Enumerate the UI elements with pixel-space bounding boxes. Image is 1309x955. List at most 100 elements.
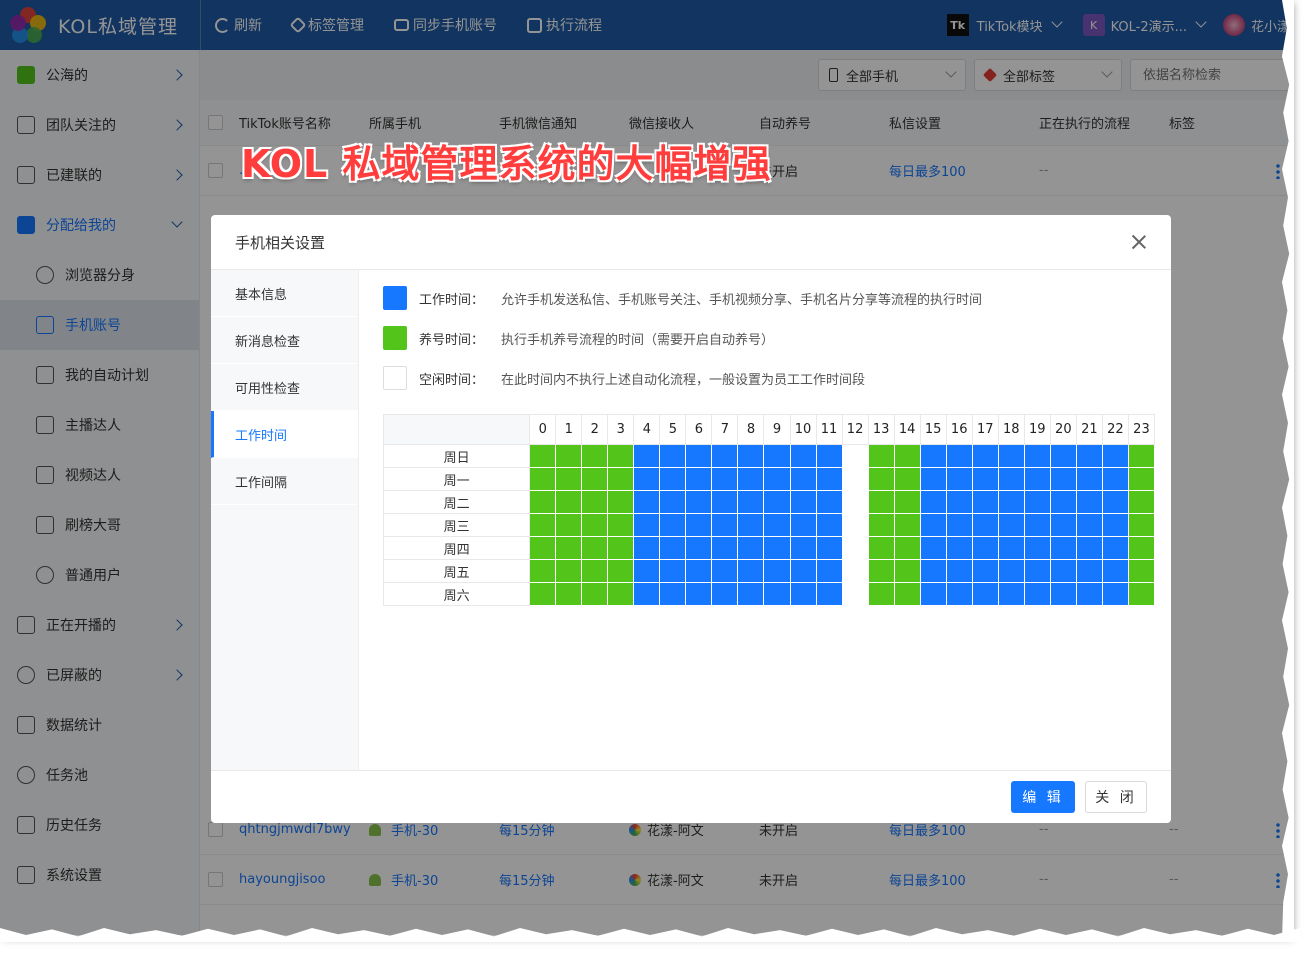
schedule-cell-nurture[interactable] (867, 490, 895, 514)
schedule-cell-work[interactable] (685, 582, 713, 606)
schedule-cell-idle[interactable] (841, 490, 869, 514)
schedule-cell-work[interactable] (1075, 559, 1103, 583)
schedule-cell-nurture[interactable] (607, 444, 635, 468)
schedule-cell-work[interactable] (815, 513, 843, 537)
schedule-cell-work[interactable] (1101, 559, 1129, 583)
hour-header[interactable]: 5 (659, 414, 687, 445)
schedule-cell-work[interactable] (685, 536, 713, 560)
schedule-cell-work[interactable] (633, 444, 661, 468)
schedule-cell-nurture[interactable] (867, 559, 895, 583)
schedule-cell-work[interactable] (997, 444, 1025, 468)
modal-tab[interactable]: 基本信息 (211, 270, 358, 317)
schedule-cell-work[interactable] (1049, 582, 1077, 606)
schedule-cell-work[interactable] (633, 536, 661, 560)
modal-tab[interactable]: 可用性检查 (211, 364, 358, 411)
schedule-cell-nurture[interactable] (607, 559, 635, 583)
schedule-cell-nurture[interactable] (607, 490, 635, 514)
schedule-cell-nurture[interactable] (893, 513, 921, 537)
schedule-cell-work[interactable] (971, 582, 999, 606)
schedule-cell-work[interactable] (1101, 467, 1129, 491)
schedule-cell-work[interactable] (971, 536, 999, 560)
hour-header[interactable]: 23 (1127, 414, 1156, 445)
schedule-cell-work[interactable] (685, 444, 713, 468)
hour-header[interactable]: 2 (581, 414, 609, 445)
schedule-cell-work[interactable] (815, 490, 843, 514)
schedule-cell-nurture[interactable] (893, 490, 921, 514)
schedule-cell-nurture[interactable] (867, 444, 895, 468)
schedule-cell-work[interactable] (685, 513, 713, 537)
schedule-cell-nurture[interactable] (867, 582, 895, 606)
day-label[interactable]: 周一 (382, 467, 531, 491)
schedule-cell-work[interactable] (919, 467, 947, 491)
schedule-cell-nurture[interactable] (555, 513, 583, 537)
schedule-cell-work[interactable] (737, 513, 765, 537)
schedule-cell-work[interactable] (1075, 536, 1103, 560)
schedule-cell-work[interactable] (1101, 536, 1129, 560)
hour-header[interactable]: 12 (841, 414, 869, 445)
schedule-cell-work[interactable] (789, 513, 817, 537)
hour-header[interactable]: 13 (867, 414, 895, 445)
schedule-cell-work[interactable] (711, 490, 739, 514)
schedule-cell-work[interactable] (945, 444, 973, 468)
hour-header[interactable]: 1 (555, 414, 583, 445)
day-label[interactable]: 周二 (382, 490, 531, 514)
schedule-cell-work[interactable] (789, 467, 817, 491)
schedule-cell-work[interactable] (737, 467, 765, 491)
schedule-cell-work[interactable] (1049, 490, 1077, 514)
schedule-cell-work[interactable] (1023, 582, 1051, 606)
schedule-cell-work[interactable] (815, 536, 843, 560)
schedule-cell-nurture[interactable] (893, 467, 921, 491)
hour-header[interactable]: 14 (893, 414, 921, 445)
schedule-cell-nurture[interactable] (555, 490, 583, 514)
schedule-cell-work[interactable] (763, 536, 791, 560)
schedule-cell-nurture[interactable] (1127, 513, 1156, 537)
schedule-cell-work[interactable] (633, 467, 661, 491)
schedule-cell-work[interactable] (763, 467, 791, 491)
schedule-cell-work[interactable] (1049, 559, 1077, 583)
schedule-cell-work[interactable] (685, 490, 713, 514)
schedule-cell-nurture[interactable] (893, 444, 921, 468)
schedule-cell-work[interactable] (945, 536, 973, 560)
schedule-cell-work[interactable] (789, 582, 817, 606)
schedule-cell-work[interactable] (659, 467, 687, 491)
hour-header[interactable]: 9 (763, 414, 791, 445)
schedule-cell-nurture[interactable] (607, 467, 635, 491)
schedule-cell-work[interactable] (1023, 467, 1051, 491)
schedule-cell-nurture[interactable] (581, 467, 609, 491)
schedule-cell-work[interactable] (815, 559, 843, 583)
schedule-cell-work[interactable] (919, 536, 947, 560)
schedule-cell-work[interactable] (1075, 490, 1103, 514)
schedule-cell-nurture[interactable] (1127, 467, 1156, 491)
schedule-cell-nurture[interactable] (581, 559, 609, 583)
schedule-cell-work[interactable] (971, 444, 999, 468)
schedule-cell-nurture[interactable] (893, 582, 921, 606)
schedule-cell-work[interactable] (1023, 444, 1051, 468)
schedule-cell-work[interactable] (633, 559, 661, 583)
schedule-cell-work[interactable] (997, 582, 1025, 606)
schedule-cell-work[interactable] (815, 582, 843, 606)
schedule-cell-nurture[interactable] (555, 582, 583, 606)
schedule-cell-work[interactable] (1075, 467, 1103, 491)
schedule-cell-work[interactable] (971, 467, 999, 491)
schedule-cell-work[interactable] (711, 513, 739, 537)
schedule-cell-work[interactable] (1049, 467, 1077, 491)
schedule-cell-nurture[interactable] (607, 513, 635, 537)
schedule-cell-work[interactable] (1049, 513, 1077, 537)
schedule-cell-work[interactable] (789, 536, 817, 560)
schedule-cell-work[interactable] (789, 559, 817, 583)
schedule-cell-work[interactable] (919, 513, 947, 537)
schedule-cell-work[interactable] (945, 490, 973, 514)
schedule-cell-work[interactable] (945, 559, 973, 583)
hour-header[interactable]: 3 (607, 414, 635, 445)
schedule-cell-nurture[interactable] (867, 513, 895, 537)
schedule-cell-nurture[interactable] (1127, 536, 1156, 560)
schedule-cell-work[interactable] (789, 490, 817, 514)
schedule-cell-work[interactable] (1101, 444, 1129, 468)
schedule-cell-nurture[interactable] (867, 467, 895, 491)
schedule-cell-work[interactable] (919, 559, 947, 583)
schedule-cell-work[interactable] (919, 582, 947, 606)
schedule-cell-nurture[interactable] (1127, 444, 1156, 468)
schedule-cell-work[interactable] (685, 467, 713, 491)
schedule-cell-nurture[interactable] (581, 513, 609, 537)
schedule-cell-work[interactable] (659, 513, 687, 537)
